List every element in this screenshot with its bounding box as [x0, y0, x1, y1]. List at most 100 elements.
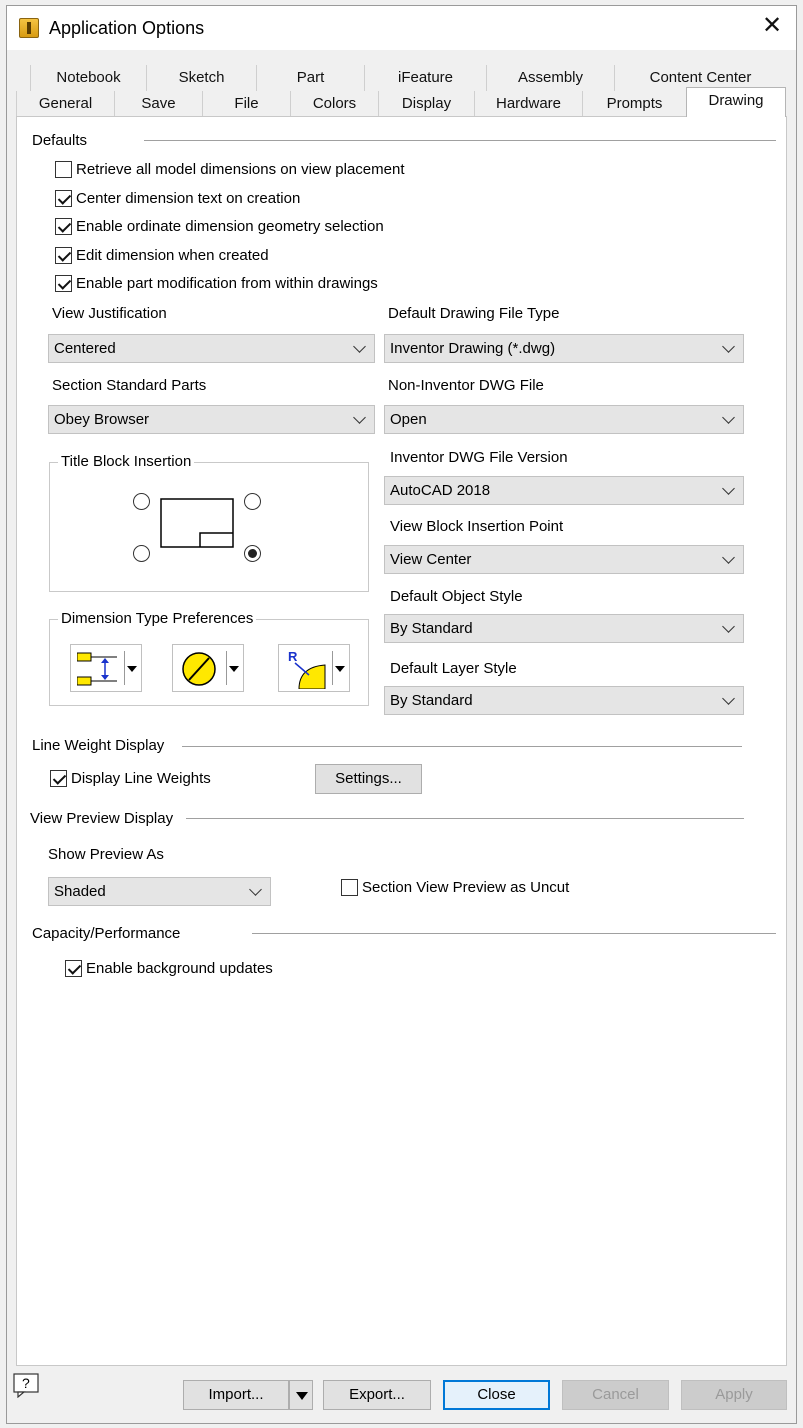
chevron-down-icon [249, 883, 262, 896]
cancel-button[interactable]: Cancel [562, 1380, 669, 1410]
linear-dimension-type-button[interactable] [70, 644, 142, 692]
title-block-radio-top-left[interactable] [133, 493, 150, 510]
window-title: Application Options [49, 18, 205, 38]
radius-dimension-icon: R [288, 649, 326, 689]
view-justification-select[interactable]: Centered [48, 334, 375, 363]
title-block-radio-bottom-left[interactable] [133, 545, 150, 562]
ordinate-selection-label: Enable ordinate dimension geometry selec… [76, 218, 384, 235]
title-block-radio-bottom-right[interactable] [244, 545, 261, 562]
tab-save[interactable]: Save [114, 91, 202, 117]
show-preview-as-select[interactable]: Shaded [48, 877, 271, 906]
tab-display[interactable]: Display [378, 91, 474, 117]
section-view-uncut-checkbox[interactable] [341, 879, 358, 896]
title-block-preview-icon [160, 498, 234, 548]
tab-part[interactable]: Part [256, 65, 364, 91]
enable-background-updates-label: Enable background updates [86, 960, 273, 977]
tab-ifeature[interactable]: iFeature [364, 65, 486, 91]
default-drawing-file-type-label: Default Drawing File Type [388, 305, 560, 322]
non-inventor-dwg-label: Non-Inventor DWG File [388, 377, 544, 394]
svg-text:R: R [288, 649, 298, 664]
ordinate-selection-checkbox[interactable] [55, 218, 72, 235]
app-icon [19, 18, 39, 38]
section-view-uncut-label: Section View Preview as Uncut [362, 879, 570, 896]
tab-notebook[interactable]: Notebook [30, 65, 146, 91]
dimension-type-preferences-title: Dimension Type Preferences [58, 610, 257, 627]
help-icon[interactable]: ? [12, 1372, 40, 1398]
show-preview-as-value: Shaded [54, 883, 106, 900]
tab-file[interactable]: File [202, 91, 290, 117]
view-block-insertion-select[interactable]: View Center [384, 545, 744, 574]
close-button[interactable]: Close [443, 1380, 550, 1410]
view-justification-label: View Justification [52, 305, 167, 322]
show-preview-as-label: Show Preview As [48, 846, 164, 863]
linear-dimension-icon [77, 652, 117, 686]
diameter-dimension-type-button[interactable] [172, 644, 244, 692]
enable-background-updates-checkbox[interactable] [65, 960, 82, 977]
line-weight-divider [182, 746, 742, 747]
inventor-dwg-version-value: AutoCAD 2018 [390, 482, 491, 499]
chevron-down-icon [722, 482, 735, 495]
part-modification-checkbox[interactable] [55, 275, 72, 292]
default-object-style-value: By Standard [390, 620, 473, 637]
tab-drawing[interactable]: Drawing [686, 87, 786, 117]
radius-dimension-type-button[interactable]: R [278, 644, 350, 692]
view-block-insertion-value: View Center [390, 551, 472, 568]
display-line-weights-checkbox[interactable] [50, 770, 67, 787]
chevron-down-icon [722, 411, 735, 424]
section-standard-parts-select[interactable]: Obey Browser [48, 405, 375, 434]
chevron-down-icon [722, 620, 735, 633]
edit-dimension-label: Edit dimension when created [76, 247, 269, 264]
tab-assembly[interactable]: Assembly [486, 65, 614, 91]
retrieve-dimensions-checkbox[interactable] [55, 161, 72, 178]
default-layer-style-label: Default Layer Style [390, 660, 517, 677]
retrieve-dimensions-label: Retrieve all model dimensions on view pl… [76, 161, 405, 178]
default-drawing-file-type-select[interactable]: Inventor Drawing (*.dwg) [384, 334, 744, 363]
export-button[interactable]: Export... [323, 1380, 431, 1410]
center-dimension-text-label: Center dimension text on creation [76, 190, 301, 207]
tab-sketch[interactable]: Sketch [146, 65, 256, 91]
chevron-down-icon [722, 340, 735, 353]
default-layer-style-value: By Standard [390, 692, 473, 709]
edit-dimension-checkbox[interactable] [55, 247, 72, 264]
dropdown-arrow-icon [335, 666, 345, 672]
title-block-radio-top-right[interactable] [244, 493, 261, 510]
title-bar: Application Options ✕ [7, 6, 796, 50]
dropdown-arrow-icon [229, 666, 239, 672]
chevron-down-icon [353, 340, 366, 353]
capacity-divider [252, 933, 776, 934]
chevron-down-icon [722, 551, 735, 564]
apply-button[interactable]: Apply [681, 1380, 787, 1410]
title-block-insertion-title: Title Block Insertion [58, 453, 195, 470]
inventor-dwg-version-select[interactable]: AutoCAD 2018 [384, 476, 744, 505]
dropdown-arrow-icon [296, 1392, 308, 1400]
svg-text:?: ? [22, 1375, 30, 1391]
default-layer-style-select[interactable]: By Standard [384, 686, 744, 715]
tab-hardware[interactable]: Hardware [474, 91, 582, 117]
section-standard-parts-label: Section Standard Parts [52, 377, 207, 394]
defaults-title: Defaults [32, 132, 88, 149]
capacity-performance-title: Capacity/Performance [32, 925, 181, 942]
center-dimension-text-checkbox[interactable] [55, 190, 72, 207]
chevron-down-icon [353, 411, 366, 424]
default-object-style-label: Default Object Style [390, 588, 523, 605]
tab-prompts[interactable]: Prompts [582, 91, 686, 117]
default-object-style-select[interactable]: By Standard [384, 614, 744, 643]
tab-colors[interactable]: Colors [290, 91, 378, 117]
line-weight-settings-button[interactable]: Settings... [315, 764, 422, 794]
view-preview-display-title: View Preview Display [30, 810, 174, 827]
non-inventor-dwg-value: Open [390, 411, 427, 428]
diameter-dimension-icon [182, 652, 216, 686]
non-inventor-dwg-select[interactable]: Open [384, 405, 744, 434]
section-standard-parts-value: Obey Browser [54, 411, 150, 428]
display-line-weights-label: Display Line Weights [71, 770, 211, 787]
view-justification-value: Centered [54, 340, 116, 357]
default-drawing-file-type-value: Inventor Drawing (*.dwg) [390, 340, 556, 357]
part-modification-label: Enable part modification from within dra… [76, 275, 378, 292]
import-button[interactable]: Import... [183, 1380, 289, 1410]
inventor-dwg-version-label: Inventor DWG File Version [390, 449, 568, 466]
chevron-down-icon [722, 692, 735, 705]
close-icon[interactable]: ✕ [758, 12, 786, 40]
line-weight-display-title: Line Weight Display [32, 737, 165, 754]
import-dropdown-button[interactable] [289, 1380, 313, 1410]
tab-general[interactable]: General [16, 91, 114, 117]
